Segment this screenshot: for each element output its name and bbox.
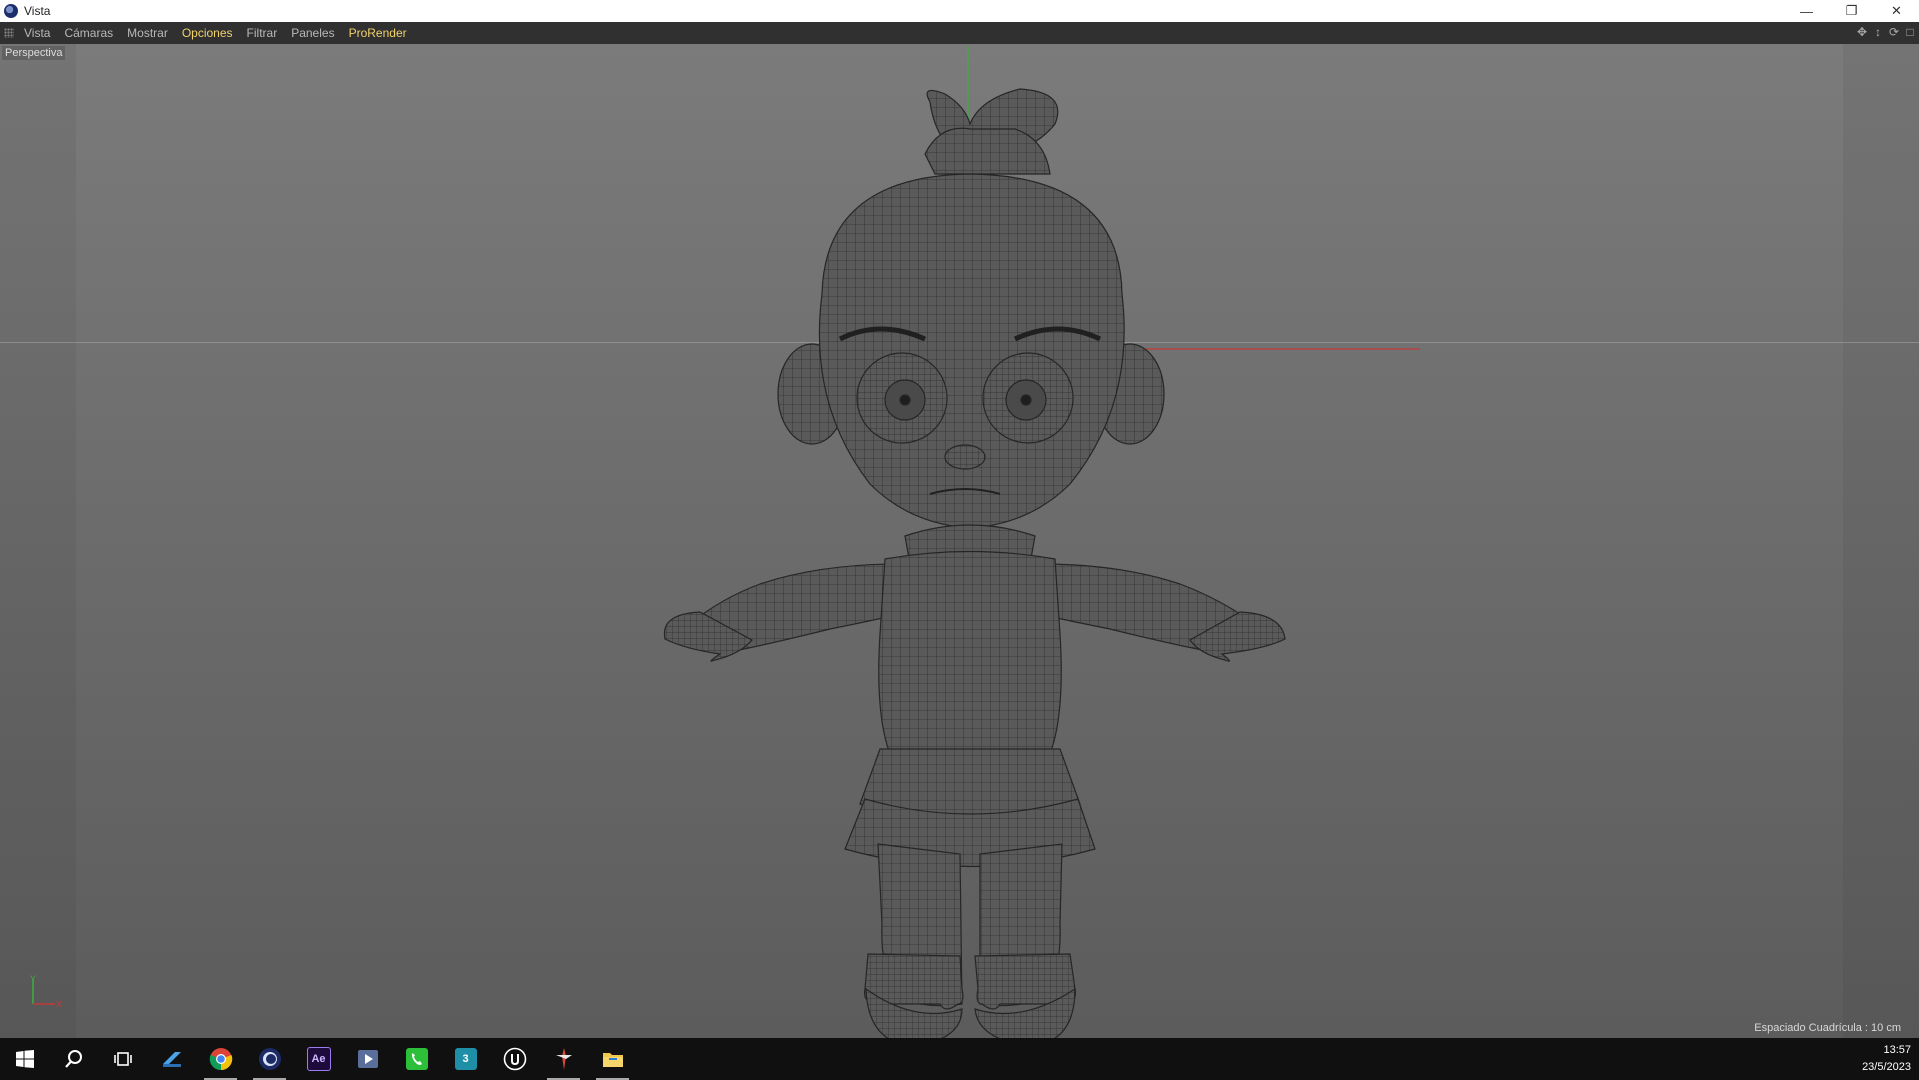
menu-filtrar[interactable]: Filtrar (247, 26, 278, 40)
task-view-icon[interactable] (98, 1038, 147, 1080)
minimize-icon[interactable]: — (1784, 0, 1829, 22)
zbrush-icon[interactable] (539, 1038, 588, 1080)
menu-opciones[interactable]: Opciones (182, 26, 233, 40)
character-mesh (663, 88, 1286, 1038)
grid-spacing-label: Espaciado Cuadrícula : 10 cm (1754, 1022, 1901, 1034)
window-titlebar: Vista — ❐ ✕ (0, 0, 1919, 22)
clock-date: 23/5/2023 (1862, 1061, 1911, 1073)
menu-prorender[interactable]: ProRender (349, 26, 407, 40)
media-player-icon[interactable] (343, 1038, 392, 1080)
gizmo-y-label: Y (30, 974, 37, 984)
rotate-icon[interactable]: ⟳ (1887, 25, 1901, 39)
menu-camaras[interactable]: Cámaras (64, 26, 113, 40)
start-icon[interactable] (0, 1038, 49, 1080)
3dsmax-label: 3 (454, 1048, 477, 1070)
move-icon[interactable]: ✥ (1855, 25, 1869, 39)
cinema4d-app-icon (4, 4, 18, 18)
cinema4d-icon[interactable] (245, 1038, 294, 1080)
clock-time: 13:57 (1883, 1044, 1911, 1056)
phone-icon[interactable] (392, 1038, 441, 1080)
gizmo-x-label: X (56, 999, 63, 1009)
app-blue-icon[interactable] (147, 1038, 196, 1080)
file-explorer-icon[interactable] (588, 1038, 637, 1080)
viewport-nav-icons: ✥ ↕ ⟳ □ (1855, 25, 1917, 39)
search-icon[interactable] (49, 1038, 98, 1080)
viewport-menubar: Vista Cámaras Mostrar Opciones Filtrar P… (0, 22, 1919, 44)
window-controls: — ❐ ✕ (1784, 0, 1919, 22)
unreal-icon[interactable] (490, 1038, 539, 1080)
character-wireframe[interactable] (0, 44, 1919, 1038)
restore-icon[interactable]: ❐ (1829, 0, 1874, 22)
chrome-icon[interactable] (196, 1038, 245, 1080)
axis-gizmo (32, 979, 55, 1005)
after-effects-icon[interactable]: Ae (294, 1038, 343, 1080)
close-icon[interactable]: ✕ (1874, 0, 1919, 22)
windows-taskbar: Ae 3 13:57 23/5/2023 (0, 1038, 1919, 1080)
window-title: Vista (24, 4, 51, 18)
after-effects-label: Ae (306, 1047, 331, 1071)
maximize-icon[interactable]: □ (1903, 25, 1917, 39)
zoom-icon[interactable]: ↕ (1871, 25, 1885, 39)
system-clock[interactable]: 13:57 23/5/2023 (1862, 1042, 1911, 1076)
grip-icon[interactable] (4, 28, 14, 38)
menu-paneles[interactable]: Paneles (291, 26, 334, 40)
3d-viewport[interactable]: Perspectiva Y X Espaciado Cuadrícula: 1… (0, 44, 1919, 1038)
menu-mostrar[interactable]: Mostrar (127, 26, 168, 40)
menu-vista[interactable]: Vista (24, 26, 50, 40)
3dsmax-icon[interactable]: 3 (441, 1038, 490, 1080)
